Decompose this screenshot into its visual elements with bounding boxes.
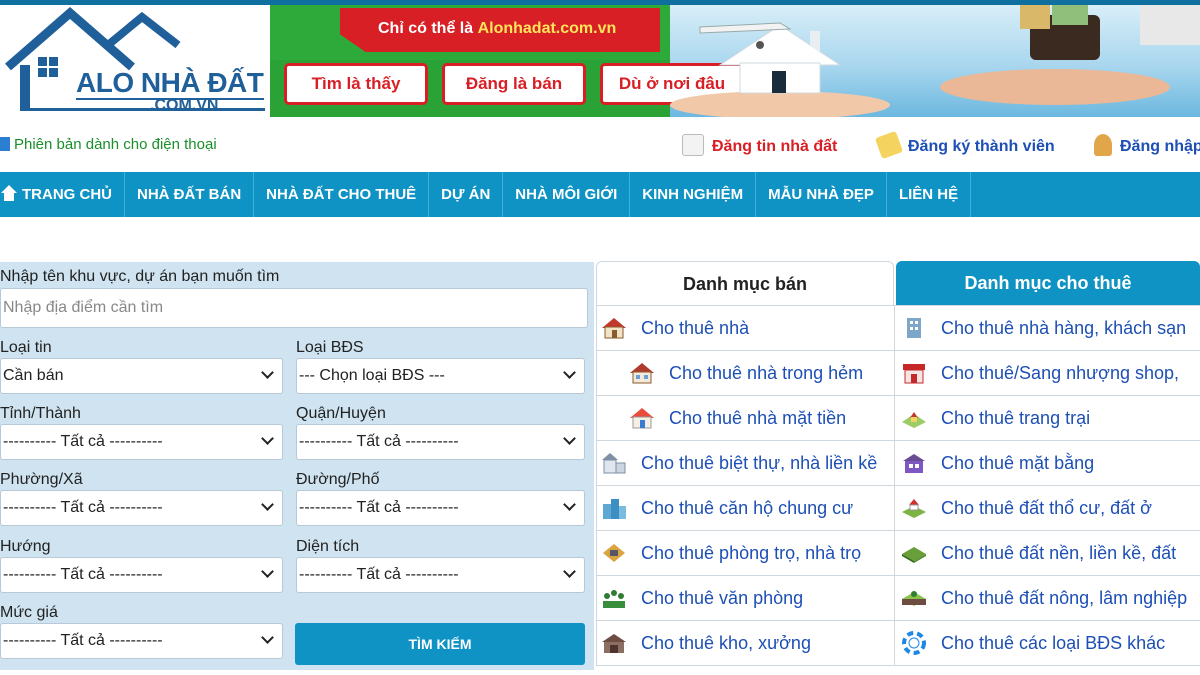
nav-home[interactable]: TRANG CHỦ — [0, 172, 125, 217]
house-logo-icon — [5, 7, 265, 111]
tab-rent-categories[interactable]: Danh mục cho thuê — [896, 261, 1200, 305]
nav-experience[interactable]: KINH NGHIỆM — [630, 172, 757, 217]
chevron-down-icon — [261, 631, 274, 644]
category-link-land-plot[interactable]: Cho thuê đất nền, liền kề, đất — [895, 531, 1200, 576]
nav-brokers[interactable]: NHÀ MÔI GIỚI — [503, 172, 631, 217]
category-link-agricultural-land[interactable]: Cho thuê đất nông, lâm nghiệp — [895, 576, 1200, 621]
price-select[interactable]: ---------- Tất cả ---------- — [0, 623, 283, 659]
category-link-street-house[interactable]: Cho thuê nhà mặt tiền — [597, 396, 894, 441]
price-label: Mức giá — [0, 604, 58, 621]
ad-button-find[interactable]: Tìm là thấy — [284, 63, 428, 105]
category-link-alley-house[interactable]: Cho thuê nhà trong hẻm — [597, 351, 894, 396]
street-label: Đường/Phố — [296, 471, 380, 488]
register-link[interactable]: Đăng ký thành viên — [874, 130, 1055, 160]
street-select[interactable]: ---------- Tất cả ---------- — [296, 490, 585, 526]
main-nav: TRANG CHỦ NHÀ ĐẤT BÁN NHÀ ĐẤT CHO THUÊ D… — [0, 172, 1200, 217]
apartment-building-icon — [603, 499, 626, 519]
direction-select[interactable]: ---------- Tất cả ---------- — [0, 557, 283, 593]
province-label: Tỉnh/Thành — [0, 405, 81, 422]
warehouse-icon — [602, 634, 626, 653]
chevron-down-icon — [261, 366, 274, 379]
category-link-shop[interactable]: Cho thuê/Sang nhượng shop, — [895, 351, 1200, 396]
lifebuoy-icon — [902, 631, 926, 655]
farm-icon — [902, 412, 926, 428]
nav-rent[interactable]: NHÀ ĐẤT CHO THUÊ — [254, 172, 430, 217]
house-icon — [630, 363, 654, 384]
room-icon — [603, 544, 625, 562]
home-icon — [1, 185, 17, 201]
house-icon — [602, 318, 626, 339]
nav-sale[interactable]: NHÀ ĐẤT BÁN — [125, 172, 255, 217]
logo-name: ALO NHÀ ĐẤT — [76, 67, 264, 98]
chevron-down-icon — [261, 432, 274, 445]
land-plot-icon — [902, 547, 926, 563]
office-people-icon — [603, 590, 625, 608]
category-link-residential-land[interactable]: Cho thuê đất thổ cư, đất ở — [895, 486, 1200, 531]
logo-domain: .COM.VN — [150, 97, 219, 114]
chevron-down-icon — [563, 498, 576, 511]
ward-select[interactable]: ---------- Tất cả ---------- — [0, 490, 283, 526]
category-panel: Danh mục bán Danh mục cho thuê Cho thuê … — [596, 261, 1200, 675]
district-select[interactable]: ---------- Tất cả ---------- — [296, 424, 585, 460]
sub-header: Phiên bản dành cho điện thoại Đăng tin n… — [0, 128, 1200, 164]
pencil-icon — [874, 130, 904, 160]
nav-contact[interactable]: LIÊN HỆ — [887, 172, 972, 217]
mobile-version-link[interactable]: Phiên bản dành cho điện thoại — [0, 136, 217, 153]
category-column-left: Cho thuê nhà Cho thuê nhà trong hẻm Cho … — [596, 305, 895, 666]
chevron-down-icon — [563, 432, 576, 445]
chevron-down-icon — [563, 366, 576, 379]
category-link-premises[interactable]: Cho thuê mặt bằng — [895, 441, 1200, 486]
storefront-icon — [903, 454, 925, 473]
land-house-icon — [902, 499, 926, 518]
category-link-villa[interactable]: Cho thuê biệt thự, nhà liền kề — [597, 441, 894, 486]
category-link-farm[interactable]: Cho thuê trang trại — [895, 396, 1200, 441]
category-column-right: Cho thuê nhà hàng, khách sạn Cho thuê/Sa… — [895, 305, 1200, 666]
login-link[interactable]: Đăng nhập — [1094, 134, 1200, 156]
area-label: Diện tích — [296, 538, 360, 555]
direction-label: Hướng — [0, 538, 51, 555]
category-link-rent-house[interactable]: Cho thuê nhà — [597, 306, 894, 351]
category-link-rooms[interactable]: Cho thuê phòng trọ, nhà trọ — [597, 531, 894, 576]
area-select[interactable]: ---------- Tất cả ---------- — [296, 557, 585, 593]
listing-type-label: Loại tin — [0, 339, 52, 356]
ad-banner[interactable]: Chỉ có thể là Alonhadat.com.vn Tìm là th… — [270, 5, 1200, 117]
property-type-select[interactable]: --- Chọn loại BĐS --- — [296, 358, 585, 394]
post-listing-link[interactable]: Đăng tin nhà đất — [682, 134, 837, 156]
villa-icon — [602, 453, 626, 474]
nav-house-designs[interactable]: MẪU NHÀ ĐẸP — [756, 172, 887, 217]
search-button[interactable]: TÌM KIẾM — [295, 623, 585, 665]
hotel-building-icon — [907, 318, 921, 338]
chevron-down-icon — [261, 498, 274, 511]
phone-icon — [0, 137, 10, 151]
ward-label: Phường/Xã — [0, 471, 83, 488]
nav-fill — [971, 172, 1200, 217]
location-search-input[interactable]: Nhập địa điểm cần tìm — [0, 288, 588, 328]
chevron-down-icon — [563, 565, 576, 578]
notepad-icon — [682, 134, 704, 156]
listing-type-select[interactable]: Cần bán — [0, 358, 283, 394]
ad-illustration-icon — [670, 5, 1200, 117]
category-link-apartment[interactable]: Cho thuê căn hộ chung cư — [597, 486, 894, 531]
category-link-warehouse[interactable]: Cho thuê kho, xưởng — [597, 621, 894, 666]
nav-projects[interactable]: DỰ ÁN — [429, 172, 504, 217]
ad-slogan: Chỉ có thể là Alonhadat.com.vn — [378, 20, 617, 37]
district-label: Quận/Huyện — [296, 405, 386, 422]
province-select[interactable]: ---------- Tất cả ---------- — [0, 424, 283, 460]
category-link-hotel[interactable]: Cho thuê nhà hàng, khách sạn — [895, 306, 1200, 351]
agricultural-land-icon — [902, 591, 926, 606]
keyword-label: Nhập tên khu vực, dự án bạn muốn tìm — [0, 268, 280, 285]
property-type-label: Loại BĐS — [296, 339, 364, 356]
category-link-office[interactable]: Cho thuê văn phòng — [597, 576, 894, 621]
site-banner: ALO NHÀ ĐẤT .COM.VN Chỉ có thể là Alonha… — [0, 0, 1200, 117]
ad-button-post[interactable]: Đăng là bán — [442, 63, 586, 105]
chevron-down-icon — [261, 565, 274, 578]
logo[interactable]: ALO NHÀ ĐẤT .COM.VN — [0, 5, 270, 117]
home-front-icon — [630, 408, 654, 429]
shop-icon — [903, 364, 925, 384]
user-icon — [1094, 134, 1112, 156]
tab-sale-categories[interactable]: Danh mục bán — [596, 261, 894, 305]
category-link-other[interactable]: Cho thuê các loại BĐS khác — [895, 621, 1200, 666]
